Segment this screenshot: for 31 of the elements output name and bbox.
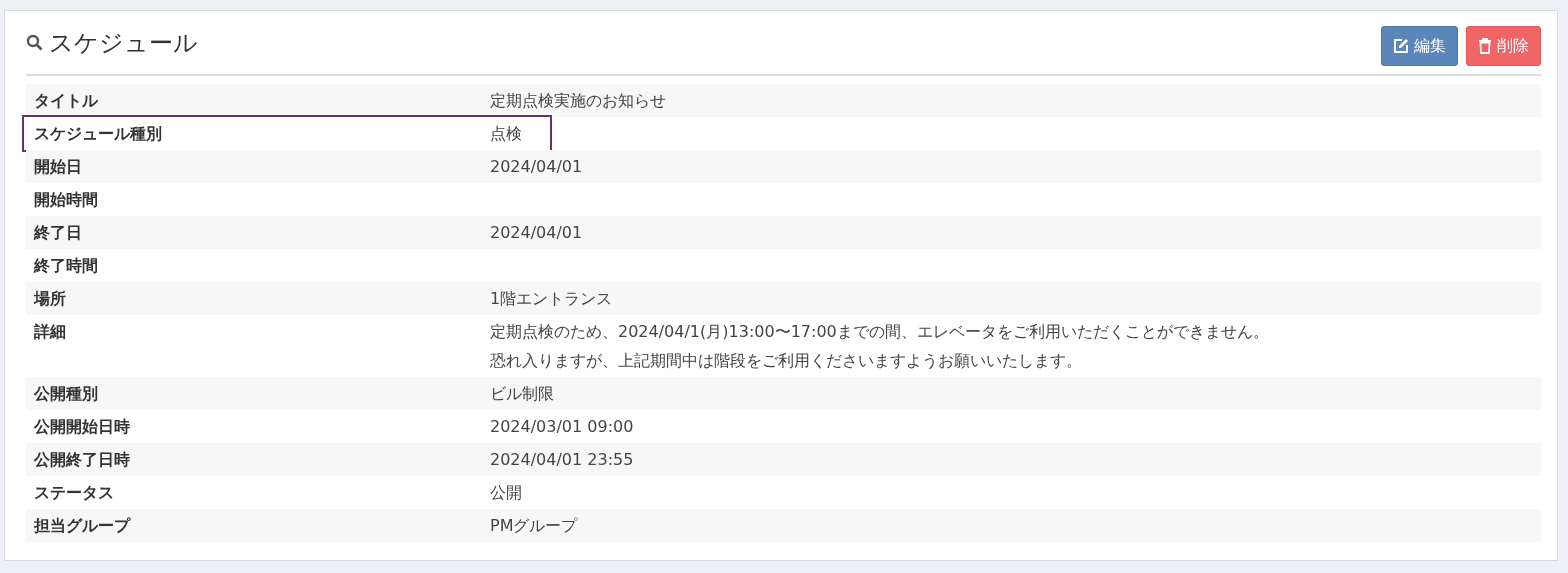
search-icon xyxy=(26,34,43,51)
field-label: タイトル xyxy=(33,90,99,112)
field-value: PMグループ xyxy=(489,515,579,537)
field-value: 定期点検のため、2024/04/1(月)13:00〜17:00までの間、エレベータをご利用いただくことができません。 xyxy=(490,321,1270,343)
field-label: 公開終了日時 xyxy=(33,449,131,471)
field-value: 2024/04/01 xyxy=(489,222,584,244)
field-label: 場所 xyxy=(32,288,67,310)
field-label: 開始日 xyxy=(33,156,83,178)
field-value: 公開 xyxy=(489,482,523,504)
panel-title: スケジュール xyxy=(49,27,198,59)
field-label: ステータス xyxy=(33,482,115,504)
edit-icon xyxy=(1393,38,1409,54)
field-value: 1階エントランス xyxy=(489,288,614,310)
field-label: 詳細 xyxy=(33,321,67,343)
field-label: 公開種別 xyxy=(33,383,99,405)
field-value: ビル制限 xyxy=(489,383,555,405)
field-label: 終了日 xyxy=(32,222,83,244)
field-label: 開始時間 xyxy=(33,189,99,211)
field-value: 2024/04/01 xyxy=(489,156,584,178)
field-value: 2024/04/01 23:55 xyxy=(489,449,635,471)
delete-button[interactable]: 削除 xyxy=(1466,26,1541,66)
trash-icon xyxy=(1478,38,1492,54)
field-label: 公開開始日時 xyxy=(33,416,131,438)
field-label: 終了時間 xyxy=(32,255,99,277)
field-label: 担当グループ xyxy=(32,515,132,537)
field-value: 2024/03/01 09:00 xyxy=(489,416,635,438)
field-value: 定期点検実施のお知らせ xyxy=(489,90,667,112)
field-value: 恐れ入りますが、上記期間中は階段をご利用くださいますようお願いいたします。 xyxy=(490,350,1083,372)
field-label: スケジュール種別 xyxy=(33,123,163,145)
edit-button[interactable]: 編集 xyxy=(1381,26,1458,66)
field-value: 点検 xyxy=(489,123,523,145)
